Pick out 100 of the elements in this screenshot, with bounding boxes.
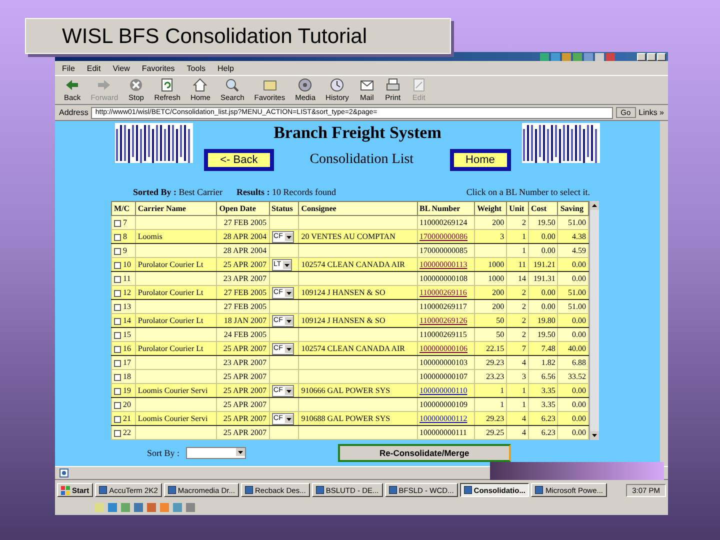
table-cell: 22.15: [474, 342, 507, 356]
window-icon: [464, 486, 472, 494]
menu-item[interactable]: Tools: [186, 64, 206, 72]
checkbox[interactable]: [114, 388, 121, 395]
table-cell: 0.00: [528, 286, 558, 300]
disc-icon: [297, 78, 314, 92]
folder-icon: [262, 78, 278, 92]
back-button[interactable]: <- Back: [204, 149, 274, 171]
table-cell: 25 APR 2007: [216, 342, 270, 356]
checkbox[interactable]: [114, 220, 121, 227]
menu-item[interactable]: View: [112, 64, 131, 72]
table-cell: 0.00: [558, 384, 588, 398]
window-icon: [168, 486, 176, 494]
row-number: 20: [123, 400, 131, 409]
row-number: 11: [123, 274, 131, 283]
table-cell: 28 APR 2004: [216, 230, 270, 244]
checkbox[interactable]: [114, 276, 121, 283]
address-label: Address: [59, 108, 88, 117]
window-icon: [99, 486, 108, 494]
menu-item[interactable]: Help: [216, 64, 235, 72]
checkbox[interactable]: [114, 290, 121, 297]
checkbox[interactable]: [114, 234, 121, 241]
windows-flag-icon: [61, 486, 70, 494]
table-cell: 29.23: [474, 412, 507, 426]
table-cell: 25 APR 2007: [216, 412, 270, 426]
checkbox[interactable]: [114, 402, 121, 409]
row-number: 21: [123, 414, 131, 423]
checkbox[interactable]: [114, 248, 121, 255]
table-cell: 6.23: [528, 412, 558, 426]
table-cell: 102574 CLEAN CANADA AIR: [298, 342, 417, 356]
home-button[interactable]: Home: [450, 149, 511, 171]
column-header: Status: [269, 202, 299, 216]
table-cell: 29.25: [474, 426, 507, 440]
table-cell: 3.35: [528, 384, 558, 398]
table-cell: 23 APR 2007: [216, 356, 270, 370]
house-icon: [192, 78, 208, 92]
table-cell: 3: [474, 230, 507, 244]
page-subtitle: Consolidation List: [310, 152, 414, 168]
document-icon: [410, 78, 427, 92]
table-cell: 191.21: [528, 258, 558, 272]
table-cell: 0.00: [558, 314, 588, 328]
scroll-up-icon: [590, 201, 599, 210]
search-icon: [224, 78, 240, 92]
refresh-icon: [159, 78, 176, 92]
column-header: Unit: [506, 202, 528, 216]
sort-label: Sort By :: [147, 448, 180, 458]
column-header: Saving: [558, 202, 588, 216]
slide-title: WISL BFS Consolidation Tutorial: [25, 18, 451, 54]
checkbox[interactable]: [114, 332, 121, 339]
menu-item[interactable]: Favorites: [140, 64, 176, 72]
checkbox[interactable]: [114, 304, 121, 311]
close-button[interactable]: [657, 52, 666, 60]
checkbox[interactable]: [114, 374, 121, 381]
links-label[interactable]: Links »: [638, 108, 664, 117]
table-cell: Loomis Courier Servi: [135, 412, 217, 426]
table-cell: Purolator Courier Lt: [135, 286, 217, 300]
table-cell: 0.00: [558, 412, 588, 426]
scrollbar[interactable]: [589, 201, 599, 440]
table-cell: 102574 CLEAN CANADA AIR: [298, 258, 417, 272]
scroll-down-icon: [590, 431, 599, 440]
table-cell: 25 APR 2007: [216, 426, 270, 440]
caret-icon: [284, 386, 293, 395]
table-cell: 100000000111: [417, 426, 475, 440]
checkbox[interactable]: [114, 360, 121, 367]
sort-dropdown[interactable]: [186, 447, 246, 459]
row-number: 8: [123, 232, 127, 241]
minimize-button[interactable]: [637, 52, 646, 60]
column-header: Open Date: [216, 202, 270, 216]
sort-info: Sorted By : Best Carrier: [133, 187, 222, 197]
table-cell: Purolator Courier Lt: [135, 314, 217, 328]
window-icon: [535, 486, 544, 494]
checkbox[interactable]: [114, 346, 121, 353]
caret-icon: [284, 288, 293, 297]
table-cell: Loomis Courier Servi: [135, 384, 217, 398]
table-cell: 51.00: [558, 286, 588, 300]
checkbox[interactable]: [114, 262, 121, 269]
table-cell: Purolator Courier Lt: [135, 258, 217, 272]
table-cell: 4: [506, 426, 528, 440]
column-header: Carrier Name: [135, 202, 217, 216]
table-cell: 25 APR 2007: [216, 258, 270, 272]
checkbox[interactable]: [114, 430, 121, 437]
checkbox[interactable]: [114, 318, 121, 325]
row-number: 9: [123, 246, 127, 255]
row-number: 22: [123, 428, 131, 437]
table-cell: 0.00: [528, 230, 558, 244]
table-cell: 40.00: [558, 342, 588, 356]
caret-icon: [284, 414, 293, 423]
menu-item[interactable]: Edit: [86, 64, 102, 72]
table-cell: 200: [474, 286, 507, 300]
table-cell: 910688 GAL POWER SYS: [298, 412, 417, 426]
column-header: Cost: [528, 202, 558, 216]
maximize-button[interactable]: [647, 52, 656, 60]
row-number: 16: [123, 344, 131, 353]
table-cell: 109124 J HANSEN & SO: [298, 286, 417, 300]
table-cell: Purolator Courier Lt: [135, 342, 217, 356]
checkbox[interactable]: [114, 416, 121, 423]
menu-item[interactable]: File: [61, 64, 76, 72]
merge-button[interactable]: Re-Consolidate/Merge: [338, 444, 512, 462]
table-cell: 19.80: [528, 314, 558, 328]
window-icon: [316, 486, 324, 494]
